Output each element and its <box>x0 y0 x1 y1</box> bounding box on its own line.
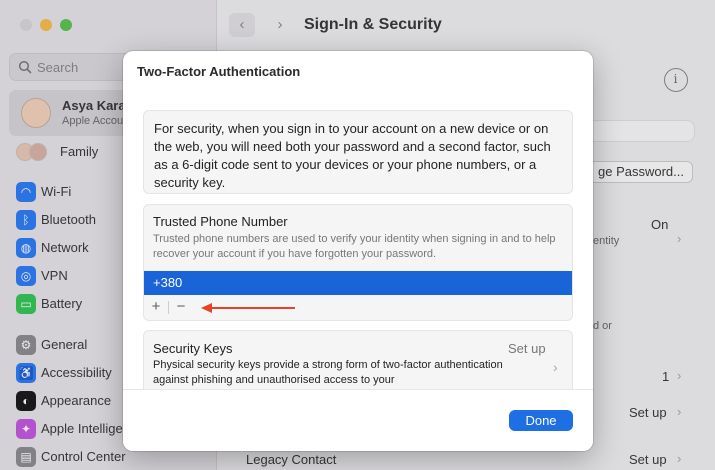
chevron-right-icon: › <box>553 359 558 375</box>
security-keys-description: Physical security keys provide a strong … <box>153 359 503 386</box>
sheet-scroll-area[interactable]: For security, when you sign in to your a… <box>123 92 593 389</box>
security-keys-status: Set up <box>508 341 546 356</box>
sheet-footer: Done <box>123 389 593 451</box>
trusted-phone-title: Trusted Phone Number <box>153 214 288 229</box>
trusted-phone-section: Trusted Phone Number Trusted phone numbe… <box>143 204 573 321</box>
system-settings-window: Search Asya Karap Apple Accou Family ◠ Wi… <box>0 0 715 470</box>
security-keys-row[interactable]: Security Keys Set up Physical security k… <box>143 330 573 389</box>
sheet-title: Two-Factor Authentication <box>137 64 301 79</box>
add-phone-button[interactable]: + <box>144 295 168 319</box>
trusted-phone-description: Trusted phone numbers are used to verify… <box>153 233 556 260</box>
two-factor-sheet: Two-Factor Authentication For security, … <box>123 51 593 451</box>
security-keys-title: Security Keys <box>153 341 233 356</box>
add-remove-bar: + − <box>144 295 572 320</box>
done-button[interactable]: Done <box>509 410 573 431</box>
annotation-arrow-icon <box>201 303 295 313</box>
remove-phone-button[interactable]: − <box>169 295 193 319</box>
intro-text: For security, when you sign in to your a… <box>154 121 551 190</box>
phone-number: +380 <box>153 275 183 290</box>
intro-box: For security, when you sign in to your a… <box>143 110 573 194</box>
phone-number-row[interactable]: +380 <box>144 271 572 295</box>
